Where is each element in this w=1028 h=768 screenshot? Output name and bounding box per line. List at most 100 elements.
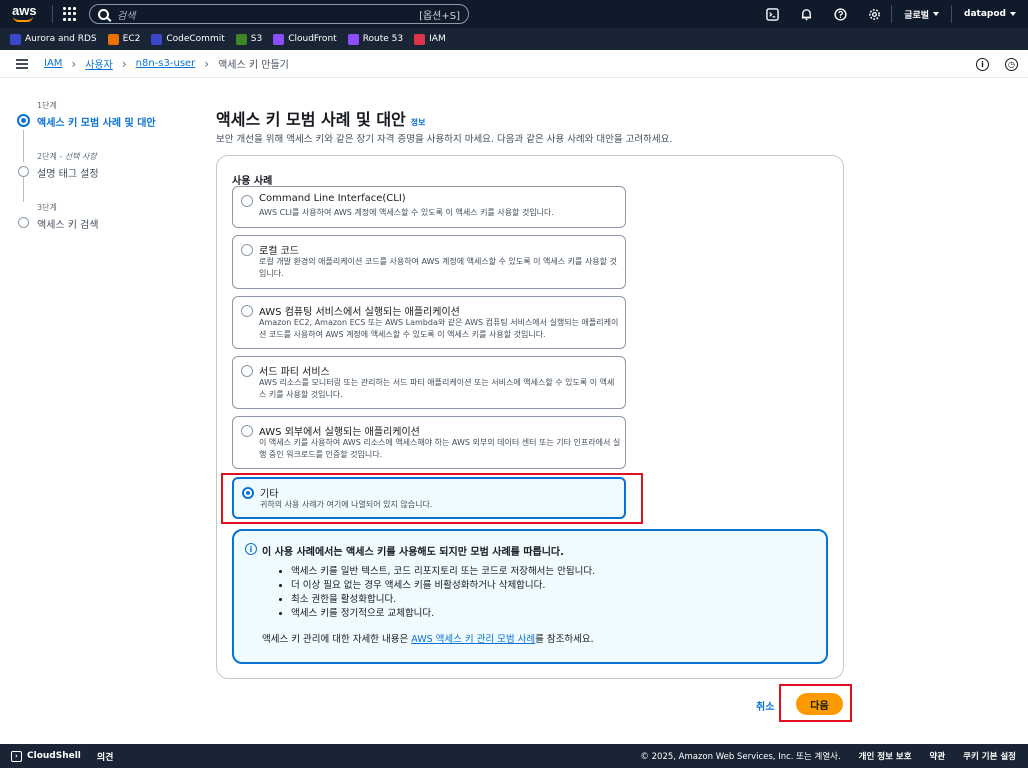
alert-bullet: 액세스 키를 일반 텍스트, 코드 리포지토리 또는 코드로 저장해서는 안됩니… bbox=[291, 565, 595, 579]
option-local-code[interactable]: 로컬 코드 로컬 개발 환경의 애플리케이션 코드를 사용하여 AWS 계정에 … bbox=[232, 235, 626, 289]
cloudfront-icon bbox=[273, 33, 285, 45]
best-practices-link[interactable]: AWS 액세스 키 관리 모범 사례 bbox=[411, 634, 535, 645]
account-label: datapod bbox=[964, 9, 1006, 19]
caret-down-icon bbox=[933, 12, 940, 16]
favorite-codecommit[interactable]: CodeCommit bbox=[151, 33, 225, 45]
radio-button[interactable] bbox=[241, 365, 253, 377]
region-label: 글로벌 bbox=[904, 10, 930, 21]
wizard-steps: 1단계 액세스 키 모범 사례 및 대안 2단계 - 선택 사항 설명 태그 설… bbox=[17, 100, 197, 253]
breadcrumb: IAM › 사용자 › n8n-s3-user › 액세스 키 만들기 bbox=[44, 56, 289, 72]
favorite-ec2[interactable]: EC2 bbox=[107, 33, 141, 45]
aws-logo[interactable]: aws bbox=[10, 4, 44, 24]
option-description: Amazon EC2, Amazon ECS 또는 AWS Lambda와 같은… bbox=[259, 318, 619, 339]
favorite-s3[interactable]: S3 bbox=[235, 33, 262, 45]
alert-list: 액세스 키를 일반 텍스트, 코드 리포지토리 또는 코드로 저장해서는 안됩니… bbox=[291, 565, 595, 621]
alert-more-suffix: 를 참조하세요. bbox=[535, 634, 594, 645]
radio-button[interactable] bbox=[241, 244, 253, 256]
services-menu-icon[interactable] bbox=[63, 7, 77, 21]
radio-button[interactable] bbox=[241, 425, 253, 437]
search-input[interactable]: 검색 [옵션+S] bbox=[89, 4, 469, 24]
step-pending-icon bbox=[18, 166, 29, 177]
step-pending-icon bbox=[18, 217, 29, 228]
gear-icon[interactable] bbox=[857, 0, 891, 28]
breadcrumb-user[interactable]: n8n-s3-user bbox=[136, 58, 196, 69]
option-third-party[interactable]: 서드 파티 서비스 AWS 리소스를 모니터링 또는 관리하는 서드 파티 애플… bbox=[232, 356, 626, 409]
step-number: 1단계 bbox=[37, 101, 57, 110]
option-description: 로컬 개발 환경의 애플리케이션 코드를 사용하여 AWS 계정에 액세스할 수… bbox=[259, 257, 617, 278]
route53-icon bbox=[347, 33, 359, 45]
chevron-right-icon: › bbox=[121, 56, 127, 71]
region-menu[interactable]: 글로벌 bbox=[892, 8, 951, 21]
page-title: 액세스 키 모범 사례 및 대안 정보 bbox=[216, 106, 426, 130]
top-navigation: aws 검색 [옵션+S] 글로벌 datapod bbox=[0, 0, 1028, 28]
option-aws-compute[interactable]: AWS 컴퓨팅 서비스에서 실행되는 애플리케이션 Amazon EC2, Am… bbox=[232, 296, 626, 349]
favorite-aurora-rds[interactable]: Aurora and RDS bbox=[10, 33, 97, 45]
highlight-box bbox=[221, 473, 643, 524]
alert-bullet: 더 이상 필요 없는 경우 액세스 키를 비활성화하거나 삭제합니다. bbox=[291, 579, 595, 593]
next-button[interactable]: 다음 bbox=[796, 693, 843, 715]
favorite-label: EC2 bbox=[122, 34, 141, 44]
step-current-icon bbox=[17, 114, 30, 127]
step-optional: 선택 사항 bbox=[64, 152, 97, 161]
cloudshell-label: CloudShell bbox=[27, 751, 81, 761]
favorite-label: CloudFront bbox=[288, 34, 337, 44]
s3-icon bbox=[235, 33, 247, 45]
menu-icon[interactable] bbox=[16, 58, 28, 69]
breadcrumb-iam[interactable]: IAM bbox=[44, 58, 62, 69]
step-title: 설명 태그 설정 bbox=[37, 169, 99, 180]
breadcrumb-bar: IAM › 사용자 › n8n-s3-user › 액세스 키 만들기 i ◷ bbox=[0, 50, 1028, 78]
aws-logo-text: aws bbox=[12, 3, 37, 18]
codecommit-icon bbox=[151, 33, 163, 45]
option-description: AWS CLI를 사용하여 AWS 계정에 액세스할 수 있도록 이 액세스 키… bbox=[259, 208, 554, 217]
step-number: 2단계 - 선택 사항 bbox=[37, 151, 197, 162]
bell-icon[interactable] bbox=[789, 0, 823, 28]
privacy-link[interactable]: 개인 정보 보호 bbox=[859, 750, 912, 762]
aws-smile-icon bbox=[13, 16, 33, 22]
best-practice-alert: i 이 사용 사례에서는 액세스 키를 사용해도 되지만 모범 사례를 따릅니다… bbox=[232, 529, 828, 664]
search-placeholder: 검색 bbox=[117, 10, 136, 22]
breadcrumb-current: 액세스 키 만들기 bbox=[218, 60, 289, 71]
option-cli[interactable]: Command Line Interface(CLI) AWS CLI를 사용하… bbox=[232, 186, 626, 228]
page-title-text: 액세스 키 모범 사례 및 대안 bbox=[216, 110, 406, 129]
cookie-preferences-link[interactable]: 쿠키 기본 설정 bbox=[963, 750, 1016, 762]
favorite-iam[interactable]: IAM bbox=[414, 33, 446, 45]
favorite-route53[interactable]: Route 53 bbox=[347, 33, 404, 45]
favorite-label: CodeCommit bbox=[166, 34, 225, 44]
info-icon: i bbox=[245, 543, 257, 555]
alert-bullet: 액세스 키를 정기적으로 교체합니다. bbox=[291, 607, 595, 621]
option-title: AWS 컴퓨팅 서비스에서 실행되는 애플리케이션 bbox=[259, 307, 460, 318]
caret-down-icon bbox=[1010, 12, 1016, 16]
feedback-link[interactable]: 의견 bbox=[97, 750, 114, 763]
info-panel-icon[interactable]: i bbox=[976, 57, 989, 71]
alert-bullet: 최소 권한을 활성화합니다. bbox=[291, 593, 595, 607]
favorite-label: Route 53 bbox=[362, 34, 404, 44]
favorite-label: Aurora and RDS bbox=[25, 34, 97, 44]
step-title: 액세스 키 검색 bbox=[37, 220, 99, 231]
account-menu[interactable]: datapod bbox=[952, 9, 1028, 19]
cloudshell-button[interactable]: › CloudShell bbox=[11, 750, 81, 762]
favorite-label: IAM bbox=[429, 34, 446, 44]
option-description: 이 액세스 키를 사용하여 AWS 리소스에 액세스해야 하는 AWS 외부의 … bbox=[259, 438, 621, 459]
favorites-bar: Aurora and RDS EC2 CodeCommit S3 CloudFr… bbox=[0, 28, 1028, 50]
step-2: 2단계 - 선택 사항 설명 태그 설정 bbox=[17, 151, 197, 180]
breadcrumb-users[interactable]: 사용자 bbox=[85, 56, 113, 71]
chevron-right-icon: › bbox=[71, 56, 77, 71]
history-icon[interactable]: ◷ bbox=[1005, 57, 1018, 71]
radio-button[interactable] bbox=[241, 195, 253, 207]
info-link[interactable]: 정보 bbox=[411, 118, 426, 127]
use-case-label: 사용 사례 bbox=[232, 176, 273, 187]
radio-button[interactable] bbox=[241, 305, 253, 317]
step-number-text: 2단계 - bbox=[37, 152, 65, 161]
help-icon[interactable] bbox=[823, 0, 857, 28]
option-outside-aws[interactable]: AWS 외부에서 실행되는 애플리케이션 이 액세스 키를 사용하여 AWS 리… bbox=[232, 416, 626, 469]
option-title: 로컬 코드 bbox=[259, 246, 299, 257]
option-title: Command Line Interface(CLI) bbox=[259, 193, 406, 204]
step-1[interactable]: 1단계 액세스 키 모범 사례 및 대안 bbox=[17, 100, 197, 129]
cancel-button[interactable]: 취소 bbox=[756, 698, 774, 713]
cloudshell-icon[interactable] bbox=[755, 0, 789, 28]
option-title: 서드 파티 서비스 bbox=[259, 367, 330, 378]
terms-link[interactable]: 약관 bbox=[930, 750, 946, 762]
favorite-cloudfront[interactable]: CloudFront bbox=[273, 33, 337, 45]
search-shortcut: [옵션+S] bbox=[419, 10, 460, 22]
footer: › CloudShell 의견 © 2025, Amazon Web Servi… bbox=[0, 744, 1028, 768]
